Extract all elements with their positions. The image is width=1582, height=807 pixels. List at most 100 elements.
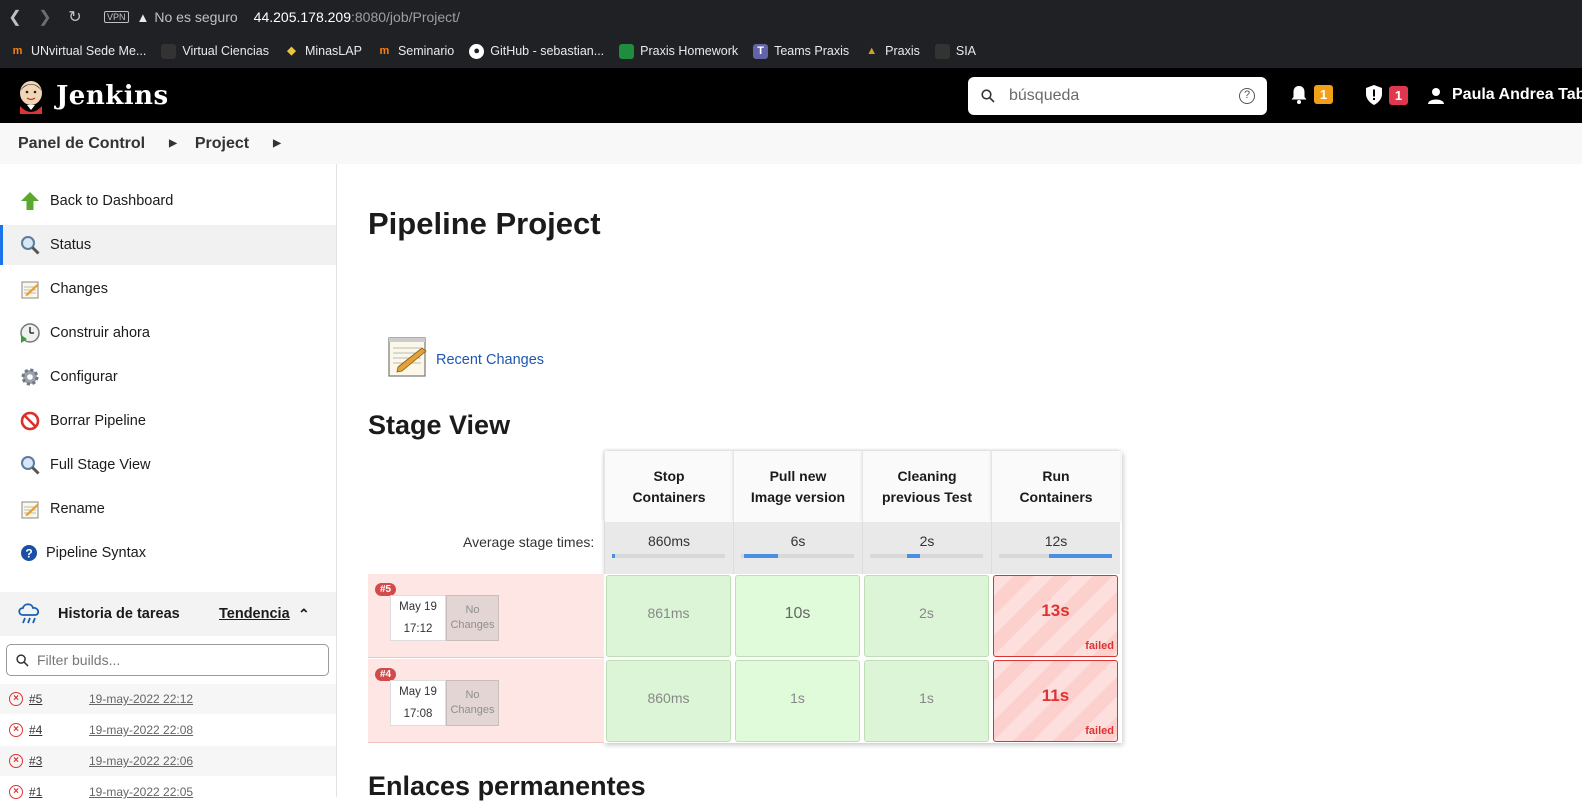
stage-cell-failed[interactable]: 13s failed (993, 575, 1118, 657)
app-name: Jenkins (56, 80, 169, 111)
build-history-title: Historia de tareas (58, 606, 180, 622)
stage-cell-success[interactable]: 10s (735, 575, 860, 657)
stage-cell-success[interactable]: 1s (735, 660, 860, 742)
recent-changes-link[interactable]: Recent Changes (436, 352, 544, 368)
average-bar (612, 554, 725, 558)
notifications-button[interactable]: 1 (1290, 85, 1333, 104)
stage-cell-failed[interactable]: 11s failed (993, 660, 1118, 742)
forward-icon[interactable]: ❯ (30, 7, 60, 27)
failed-status-icon: × (9, 692, 23, 706)
stage-name: Cleaning (897, 467, 957, 484)
clock-play-icon (19, 322, 41, 344)
filter-builds-input[interactable] (37, 652, 307, 668)
stage-cell-success[interactable]: 1s (864, 660, 989, 742)
changes-text: No (465, 689, 480, 701)
jenkins-header: Jenkins ? 1 1 Paula Andrea Tab (0, 68, 1582, 123)
stage-duration: 1s (790, 690, 805, 706)
chevron-up-icon[interactable]: ⌃ (298, 606, 310, 623)
notepad-icon (19, 278, 41, 300)
sidebar-item-changes[interactable]: Changes (0, 269, 336, 309)
search-help-icon[interactable]: ? (1239, 88, 1255, 104)
run-row-5[interactable]: #5 May 19 17:12 No Changes (368, 574, 604, 658)
stage-header-run-containers: Run Containers (991, 451, 1120, 522)
build-number-link[interactable]: #4 (29, 723, 42, 737)
stage-cell-success[interactable]: 861ms (606, 575, 731, 657)
build-row[interactable]: × #5 19-may-2022 22:12 (0, 684, 336, 714)
build-number-link[interactable]: #5 (29, 692, 42, 706)
stage-header-stop-containers: Stop Containers (604, 451, 733, 522)
sidebar-item-build-now[interactable]: Construir ahora (0, 313, 336, 353)
breadcrumb-dashboard[interactable]: Panel de Control (18, 135, 145, 153)
bookmark-github[interactable]: ● GitHub - sebastian... (469, 43, 604, 59)
stage-header-cleaning-test: Cleaning previous Test (862, 451, 991, 522)
chevron-right-icon[interactable]: ▶ (273, 138, 281, 149)
breadcrumb-project[interactable]: Project (195, 135, 249, 153)
notifications-badge: 1 (1314, 85, 1333, 104)
sidebar-item-configure[interactable]: Configurar (0, 357, 336, 397)
average-bar (741, 554, 854, 558)
stage-duration: 11s (1041, 686, 1070, 705)
bookmark-unvirtual[interactable]: m UNvirtual Sede Me... (10, 44, 147, 59)
trend-link[interactable]: Tendencia (219, 606, 290, 622)
browser-toolbar: ❮ ❯ ↻ VPN ▲ No es seguro 44.205.178.209:… (0, 0, 1582, 34)
security-button[interactable]: 1 (1365, 85, 1408, 105)
stage-cell-success[interactable]: 860ms (606, 660, 731, 742)
sidebar-item-rename[interactable]: Rename (0, 489, 336, 529)
sidebar-item-delete-pipeline[interactable]: Borrar Pipeline (0, 401, 336, 441)
search-box[interactable]: ? (968, 77, 1267, 115)
security-status[interactable]: No es seguro (154, 9, 237, 25)
failed-status-icon: × (9, 754, 23, 768)
stage-view-table: Stop Containers Pull new Image version Cle… (368, 451, 1123, 743)
filter-builds-box[interactable] (6, 644, 329, 676)
address-bar[interactable]: 44.205.178.209:8080/job/Project/ (254, 9, 460, 25)
sidebar-item-status[interactable]: Status (0, 225, 336, 265)
recent-changes[interactable]: Recent Changes (386, 334, 544, 378)
average-time: 860ms (647, 533, 691, 549)
search-input[interactable] (1009, 87, 1229, 105)
build-date-link[interactable]: 19-may-2022 22:12 (89, 692, 193, 706)
bookmark-virtual-ciencias[interactable]: Virtual Ciencias (161, 43, 269, 59)
build-row[interactable]: × #3 19-may-2022 22:06 (0, 746, 336, 776)
jenkins-logo[interactable]: Jenkins (16, 78, 169, 114)
security-badge: 1 (1389, 85, 1408, 105)
back-icon[interactable]: ❮ (0, 7, 30, 27)
sidebar-item-pipeline-syntax[interactable]: ? Pipeline Syntax (0, 533, 336, 573)
stage-name: Containers (632, 488, 706, 505)
sidebar-item-label: Full Stage View (50, 457, 151, 473)
run-row-4[interactable]: #4 May 19 17:08 No Changes (368, 659, 604, 743)
sidebar-item-full-stage-view[interactable]: Full Stage View (0, 445, 336, 485)
bookmark-minaslap[interactable]: ◆ MinasLAP (284, 44, 362, 59)
build-date-link[interactable]: 19-may-2022 22:06 (89, 754, 193, 768)
average-bar (999, 554, 1112, 558)
bookmark-praxis-homework[interactable]: Praxis Homework (619, 43, 739, 59)
main-content: Pipeline Project Recent Changes Stage Vi… (337, 164, 1582, 801)
build-date-link[interactable]: 19-may-2022 22:08 (89, 723, 193, 737)
stage-duration: 860ms (647, 690, 690, 706)
bookmark-teams-praxis[interactable]: T Teams Praxis (753, 43, 849, 59)
stage-cell-success[interactable]: 2s (864, 575, 989, 657)
user-menu[interactable]: Paula Andrea Tab (1428, 86, 1582, 104)
bookmarks-bar: m UNvirtual Sede Me... Virtual Ciencias ◆… (0, 34, 1582, 68)
moodle-icon: m (12, 44, 23, 57)
bookmark-sia[interactable]: SIA (934, 43, 976, 59)
build-row[interactable]: × #1 19-may-2022 22:05 (0, 777, 336, 807)
vpn-badge[interactable]: VPN (104, 11, 129, 23)
build-number-link[interactable]: #3 (29, 754, 42, 768)
bookmark-label: Seminario (397, 44, 455, 58)
chevron-right-icon[interactable]: ▶ (169, 138, 177, 149)
run-changes: No Changes (446, 595, 499, 641)
build-row[interactable]: × #4 19-may-2022 22:08 (0, 715, 336, 745)
bookmark-praxis[interactable]: ▲ Praxis (864, 44, 920, 59)
average-time: 12s (1044, 533, 1068, 549)
bookmark-label: MinasLAP (304, 44, 362, 58)
stage-name: Pull new (769, 467, 827, 484)
bookmark-label: Praxis Homework (640, 44, 739, 58)
minas-icon: ◆ (287, 44, 296, 57)
sidebar-item-back-to-dashboard[interactable]: Back to Dashboard (0, 181, 336, 221)
reload-icon[interactable]: ↻ (60, 7, 90, 27)
run-changes: No Changes (446, 680, 499, 726)
svg-text:?: ? (25, 546, 32, 560)
url-path: :8080/job/Project/ (351, 9, 460, 25)
changes-text: Changes (450, 704, 495, 716)
bookmark-seminario[interactable]: m Seminario (377, 44, 455, 59)
